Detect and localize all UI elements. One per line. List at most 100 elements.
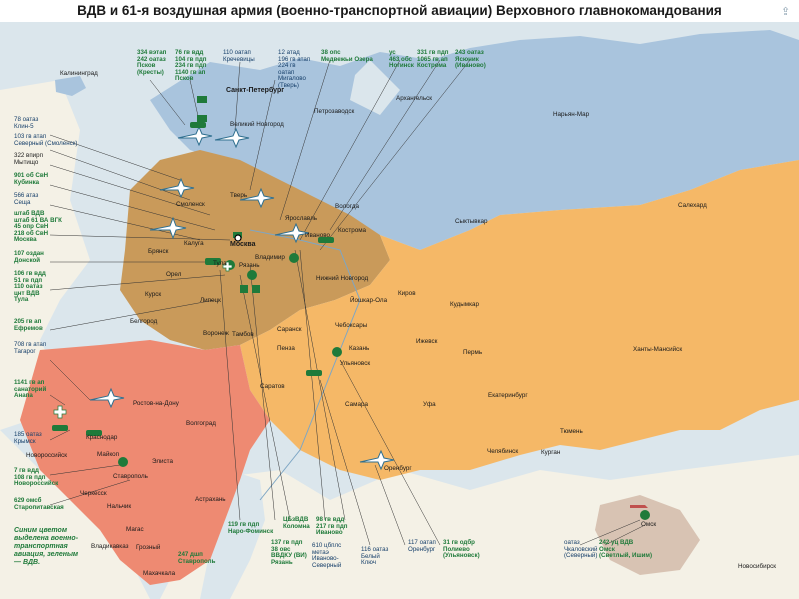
city-label: Кострома bbox=[338, 227, 367, 234]
unit-label: 103 гв атап Северный (Смоленск) bbox=[14, 133, 78, 147]
unit-label: 243 оатаз Ясюник (Иваново) bbox=[455, 49, 486, 70]
city-label: Махачкала bbox=[143, 570, 176, 577]
city-label: Саранск bbox=[277, 326, 302, 333]
city-label: Грозный bbox=[136, 544, 161, 551]
city-label: Саратов bbox=[260, 383, 285, 390]
unit-label: 78 оатаз Клин-5 bbox=[14, 116, 39, 130]
unit-label: 7 гв вдд 108 гв пдп Новороссийск bbox=[14, 467, 59, 488]
flag-icon bbox=[252, 285, 260, 293]
city-label: Екатеринбург bbox=[488, 392, 528, 399]
city-label: Ставрополь bbox=[113, 473, 148, 480]
city-label: Владикавказ bbox=[91, 543, 129, 550]
city-label: Великий Новгород bbox=[230, 121, 284, 128]
parachute-icon bbox=[289, 253, 299, 263]
city-label: Иваново bbox=[305, 232, 331, 239]
city-label: Смоленск bbox=[176, 201, 205, 208]
unit-label: 76 гв вдд 104 гв пдп 234 гв пдп 1140 гв … bbox=[175, 49, 207, 83]
city-label: Омск bbox=[641, 521, 657, 528]
unit-label: 137 гв пдп 38 овс ВВДКУ (ВИ) Рязань bbox=[271, 539, 307, 566]
city-label: Калининград bbox=[60, 70, 98, 77]
unit-label: штаб ВДВ штаб 61 ВА ВГК 45 опр СвН 218 о… bbox=[14, 210, 62, 244]
city-label: Салехард bbox=[678, 202, 707, 209]
city-label: Элиста bbox=[152, 458, 173, 465]
flag-icon bbox=[197, 115, 207, 122]
city-label: Тюмень bbox=[560, 428, 583, 435]
unit-label: 901 об СвН Кубинка bbox=[14, 172, 49, 186]
parachute-icon bbox=[118, 457, 128, 467]
unit-label: ЦБзВДВ Коломна bbox=[283, 516, 310, 530]
unit-label: ус 463 обс Ногинск bbox=[389, 49, 414, 70]
city-label: Казань bbox=[349, 345, 370, 352]
flag-icon bbox=[197, 96, 207, 103]
parachute-icon bbox=[640, 510, 650, 520]
unit-label: 566 атаз Сеща bbox=[14, 192, 39, 206]
city-label: Пенза bbox=[277, 345, 295, 352]
city-label: Оренбург bbox=[384, 465, 412, 472]
unit-label: 247 дшп Ставрополь bbox=[178, 551, 216, 565]
unit-label: 205 гв ап Ефремов bbox=[14, 318, 43, 332]
city-label: Сыктывкар bbox=[455, 218, 488, 225]
city-label: Липецк bbox=[200, 297, 221, 304]
city-label: Нальчик bbox=[107, 503, 132, 510]
city-label: Новороссийск bbox=[26, 452, 68, 459]
unit-label: 185 оатаз Крымск bbox=[14, 431, 42, 445]
city-label: Новосибирск bbox=[738, 563, 777, 570]
city-label: Санкт-Петербург bbox=[226, 87, 285, 94]
city-label: Волгоград bbox=[186, 420, 216, 427]
city-label: Белгород bbox=[130, 318, 158, 325]
city-label: Калуга bbox=[184, 240, 204, 247]
unit-label: 629 омсб Старопитавская bbox=[14, 497, 64, 511]
city-label: Москва bbox=[230, 241, 256, 248]
city-label: Майкоп bbox=[97, 451, 120, 458]
city-label: Тверь bbox=[230, 192, 248, 199]
unit-label: 110 оатап Кречевицы bbox=[223, 49, 255, 63]
unit-label: 322 впирп Мытищо bbox=[14, 152, 43, 166]
city-label: Архангельск bbox=[396, 95, 432, 102]
parachute-icon bbox=[247, 270, 257, 280]
tank-icon bbox=[52, 425, 68, 431]
city-label: Орел bbox=[166, 271, 182, 278]
unit-label: 610 цбплс метаэ Иваново- Северный bbox=[312, 542, 342, 569]
city-label: Владимир bbox=[255, 254, 285, 261]
city-label: Брянск bbox=[148, 248, 169, 255]
share-icon[interactable]: ⇪ bbox=[781, 5, 793, 18]
helicopter-icon bbox=[630, 505, 648, 508]
city-label: Петрозаводск bbox=[314, 108, 355, 115]
city-label: Чебоксары bbox=[335, 322, 368, 329]
tank-icon bbox=[306, 370, 322, 376]
unit-label: оатаз Чкаловский (Северный) bbox=[564, 539, 598, 560]
city-label: Курск bbox=[145, 291, 162, 298]
flag-icon bbox=[240, 285, 248, 293]
city-label: Ижевск bbox=[416, 338, 438, 345]
city-label: Самара bbox=[345, 401, 368, 408]
city-label: Ярославль bbox=[285, 215, 318, 222]
city-label: Астрахань bbox=[195, 496, 226, 503]
city-label: Вологда bbox=[335, 203, 360, 210]
tank-icon bbox=[190, 122, 206, 128]
unit-label: 106 гв вдд 51 гв пдп 110 оатаз цнт ВДВ Т… bbox=[14, 270, 46, 304]
city-label: Ростов-на-Дону bbox=[133, 400, 179, 407]
unit-label: 116 оатаз Белый Ключ bbox=[361, 546, 389, 567]
parachute-icon bbox=[332, 347, 342, 357]
city-label: Ханты-Мансийск bbox=[633, 346, 683, 353]
city-label: Нижний Новгород bbox=[316, 275, 369, 282]
city-label: Кудымкар bbox=[450, 301, 480, 308]
unit-label: 38 опс Медвежьи Озера bbox=[321, 49, 373, 63]
city-label: Магас bbox=[126, 526, 144, 533]
map-title: ВДВ и 61-я воздушная армия (военно-транс… bbox=[0, 0, 799, 22]
city-label: Черкесск bbox=[80, 490, 107, 497]
unit-label: 98 гв вдд 217 гв пдп Иваново bbox=[316, 516, 348, 537]
unit-label: 12 атад 196 гв атап 224 гв оатап Мигалов… bbox=[278, 49, 311, 89]
city-label: Ульяновск bbox=[340, 360, 371, 367]
city-label: Йошкар-Ола bbox=[350, 297, 388, 304]
city-label: Уфа bbox=[423, 401, 436, 408]
city-label: Курган bbox=[541, 449, 561, 456]
city-label: Краснодар bbox=[86, 434, 118, 441]
unit-label: 119 гв пдп Наро-Фоминск bbox=[228, 521, 274, 535]
unit-label: 1141 гв ап санаторий Анапа bbox=[14, 379, 47, 400]
city-label: Нарьян-Мар bbox=[553, 111, 590, 118]
city-label: Киров bbox=[398, 290, 416, 297]
city-label: Тамбов bbox=[232, 331, 254, 338]
unit-label: 117 оатап Оренбург bbox=[408, 539, 436, 553]
city-label: Челябинск bbox=[487, 448, 519, 455]
